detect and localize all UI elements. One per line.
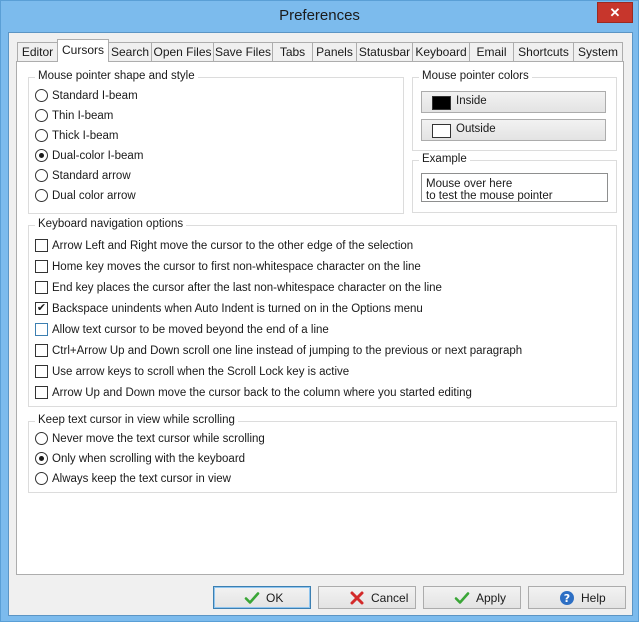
checkbox[interactable] xyxy=(35,323,48,336)
inside-label: Inside xyxy=(456,95,487,107)
checkbox-label: Backspace unindents when Auto Indent is … xyxy=(52,303,423,315)
outside-color-swatch xyxy=(432,124,451,138)
keyboard-nav-group: Keyboard navigation options Arrow Left a… xyxy=(28,218,617,407)
example-line-1: Mouse over here xyxy=(426,178,513,190)
example-line-2: to test the mouse pointer xyxy=(426,190,553,202)
radio-button[interactable] xyxy=(35,109,48,122)
inside-color-swatch xyxy=(432,96,451,110)
tab-search[interactable]: Search xyxy=(108,42,152,61)
keep-in-view-title: Keep text cursor in view while scrolling xyxy=(35,414,238,426)
radio-button[interactable] xyxy=(35,129,48,142)
tab-cursors[interactable]: Cursors xyxy=(57,39,109,62)
radio-button-selected[interactable] xyxy=(35,149,48,162)
pointer-colors-title: Mouse pointer colors xyxy=(419,70,532,82)
outside-color-button[interactable]: Outside xyxy=(421,119,606,141)
example-title: Example xyxy=(419,153,470,165)
radio-button[interactable] xyxy=(35,189,48,202)
title-bar[interactable]: Preferences ✕ xyxy=(1,1,638,32)
tab-email[interactable]: Email xyxy=(469,42,514,61)
cursors-page: Mouse pointer shape and style Standard I… xyxy=(16,61,624,575)
radio-label: Thick I-beam xyxy=(52,130,119,142)
checkbox-label: Arrow Up and Down move the cursor back t… xyxy=(52,387,472,399)
keyboard-nav-title: Keyboard navigation options xyxy=(35,218,187,230)
checkbox[interactable] xyxy=(35,386,48,399)
tab-statusbar[interactable]: Statusbar xyxy=(356,42,413,61)
apply-label: Apply xyxy=(476,591,507,605)
x-icon xyxy=(350,591,364,605)
pointer-shape-group: Mouse pointer shape and style Standard I… xyxy=(28,70,404,214)
checkbox[interactable] xyxy=(35,365,48,378)
cancel-label: Cancel xyxy=(371,591,409,605)
checkbox-label: Ctrl+Arrow Up and Down scroll one line i… xyxy=(52,345,523,357)
example-group: Example Mouse over here to test the mous… xyxy=(412,153,617,213)
checkbox-label: Allow text cursor to be moved beyond the… xyxy=(52,324,329,336)
radio-button-selected[interactable] xyxy=(35,452,48,465)
tab-tabs[interactable]: Tabs xyxy=(272,42,313,61)
ok-label: OK xyxy=(266,591,284,605)
help-icon: ? xyxy=(560,591,574,605)
radio-button[interactable] xyxy=(35,472,48,485)
checkbox[interactable] xyxy=(35,239,48,252)
pointer-colors-group: Mouse pointer colors Inside Outside xyxy=(412,70,617,151)
radio-label: Thin I-beam xyxy=(52,110,114,122)
radio-label: Standard I-beam xyxy=(52,90,138,102)
checkbox-label: End key places the cursor after the last… xyxy=(52,282,442,294)
radio-button[interactable] xyxy=(35,89,48,102)
close-button[interactable]: ✕ xyxy=(597,2,633,23)
dialog-client: Editor Cursors Search Open Files Save Fi… xyxy=(8,32,633,616)
window-title: Preferences xyxy=(279,7,360,24)
radio-button[interactable] xyxy=(35,432,48,445)
cancel-button[interactable]: Cancel xyxy=(318,586,416,609)
pointer-test-area[interactable]: Mouse over here to test the mouse pointe… xyxy=(421,173,608,202)
tab-panels[interactable]: Panels xyxy=(312,42,357,61)
checkbox-checked[interactable]: ✔ xyxy=(35,302,48,315)
checkbox[interactable] xyxy=(35,344,48,357)
tab-save-files[interactable]: Save Files xyxy=(213,42,273,61)
tab-shortcuts[interactable]: Shortcuts xyxy=(513,42,574,61)
inside-color-button[interactable]: Inside xyxy=(421,91,606,113)
checkbox[interactable] xyxy=(35,260,48,273)
keep-in-view-group: Keep text cursor in view while scrolling… xyxy=(28,414,617,493)
help-label: Help xyxy=(581,591,606,605)
checkbox-label: Arrow Left and Right move the cursor to … xyxy=(52,240,414,252)
radio-label: Only when scrolling with the keyboard xyxy=(52,453,246,465)
tab-open-files[interactable]: Open Files xyxy=(151,42,214,61)
radio-label: Never move the text cursor while scrolli… xyxy=(52,433,265,445)
svg-text:?: ? xyxy=(564,592,570,605)
radio-label: Dual color arrow xyxy=(52,190,136,202)
radio-label: Standard arrow xyxy=(52,170,131,182)
preferences-window: Preferences ✕ Editor Cursors Search Open… xyxy=(0,0,639,622)
radio-button[interactable] xyxy=(35,169,48,182)
pointer-shape-title: Mouse pointer shape and style xyxy=(35,70,198,82)
checkmark-icon xyxy=(244,592,260,604)
tab-system[interactable]: System xyxy=(573,42,623,61)
checkbox-label: Home key moves the cursor to first non-w… xyxy=(52,261,421,273)
tab-editor[interactable]: Editor xyxy=(17,42,58,61)
ok-button[interactable]: OK xyxy=(213,586,311,609)
radio-label: Always keep the text cursor in view xyxy=(52,473,231,485)
tab-keyboard[interactable]: Keyboard xyxy=(412,42,470,61)
radio-label: Dual-color I-beam xyxy=(52,150,144,162)
checkbox-label: Use arrow keys to scroll when the Scroll… xyxy=(52,366,350,378)
checkbox[interactable] xyxy=(35,281,48,294)
checkmark-icon xyxy=(454,592,470,604)
help-button[interactable]: ? Help xyxy=(528,586,626,609)
apply-button[interactable]: Apply xyxy=(423,586,521,609)
outside-label: Outside xyxy=(456,123,496,135)
